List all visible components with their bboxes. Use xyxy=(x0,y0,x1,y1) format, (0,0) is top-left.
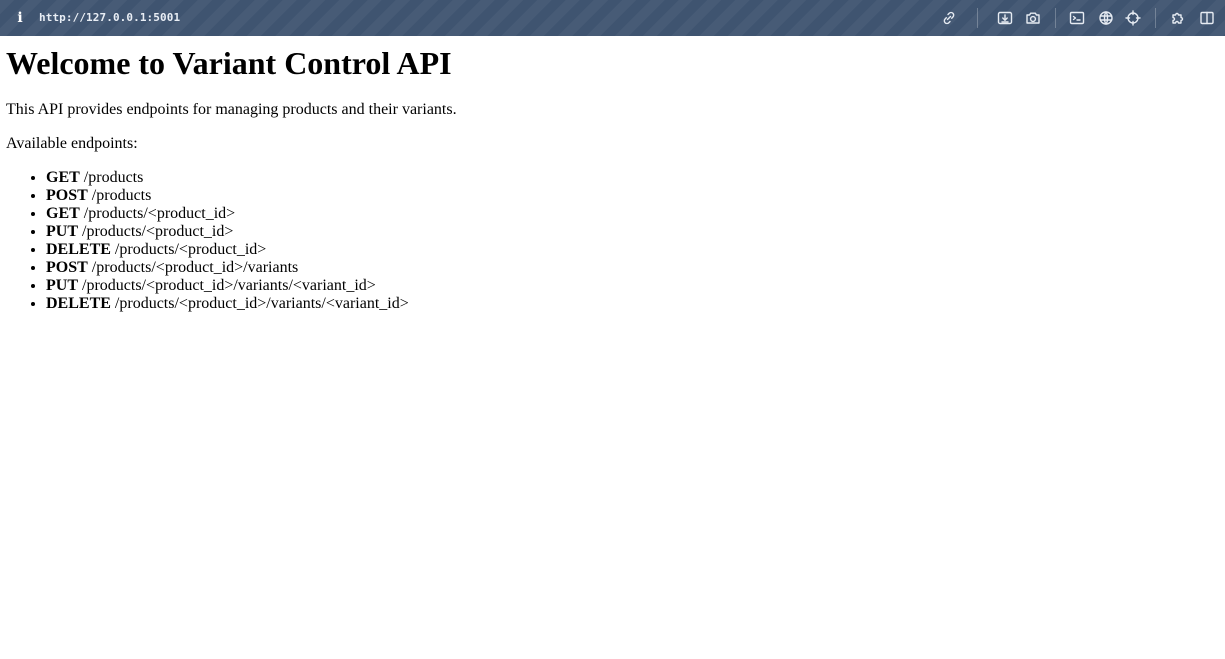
page-content: Welcome to Variant Control API This API … xyxy=(0,36,1225,659)
download-icon[interactable] xyxy=(995,8,1015,28)
terminal-icon[interactable] xyxy=(1067,8,1087,28)
endpoints-heading: Available endpoints: xyxy=(6,135,138,152)
address-bar-url[interactable]: http://127.0.0.1:5001 xyxy=(39,10,180,26)
endpoint-path: /products/<product_id> xyxy=(82,223,234,240)
endpoint-method: POST xyxy=(46,187,88,204)
globe-icon[interactable] xyxy=(1096,8,1116,28)
endpoint-path: /products/<product_id> xyxy=(83,205,236,222)
list-item: GET /products xyxy=(46,169,1219,187)
endpoint-method: GET xyxy=(46,205,80,222)
list-item: POST /products xyxy=(46,187,1219,205)
crosshair-icon[interactable] xyxy=(1123,8,1143,28)
endpoint-method: GET xyxy=(46,169,80,186)
toolbar-separator xyxy=(977,8,978,28)
endpoint-path: /products/<product_id>/variants xyxy=(91,259,299,276)
toolbar-separator xyxy=(1155,8,1156,28)
endpoint-path: /products/<product_id> xyxy=(114,241,267,258)
list-item: PUT /products/<product_id> xyxy=(46,223,1219,241)
browser-toolbar: i http://127.0.0.1:5001 xyxy=(0,0,1225,36)
page-title: Welcome to Variant Control API xyxy=(6,45,452,81)
split-view-icon[interactable] xyxy=(1197,8,1217,28)
endpoint-path: /products xyxy=(91,187,152,204)
info-icon[interactable]: i xyxy=(15,9,25,27)
extension-icon[interactable] xyxy=(1168,8,1188,28)
endpoint-method: POST xyxy=(46,259,88,276)
endpoint-path: /products/<product_id>/variants/<variant… xyxy=(82,277,376,294)
list-item: DELETE /products/<product_id>/variants/<… xyxy=(46,295,1219,313)
list-item: PUT /products/<product_id>/variants/<var… xyxy=(46,277,1219,295)
camera-icon[interactable] xyxy=(1023,8,1043,28)
intro-text: This API provides endpoints for managing… xyxy=(6,101,457,118)
endpoint-method: DELETE xyxy=(46,241,111,258)
toolbar-separator xyxy=(1055,8,1056,28)
endpoint-list: GET /products POST /products GET /produc… xyxy=(6,169,1219,313)
link-icon[interactable] xyxy=(939,8,959,28)
endpoint-method: DELETE xyxy=(46,295,111,312)
endpoint-method: PUT xyxy=(46,223,78,240)
endpoint-path: /products/<product_id>/variants/<variant… xyxy=(114,295,409,312)
list-item: DELETE /products/<product_id> xyxy=(46,241,1219,259)
list-item: GET /products/<product_id> xyxy=(46,205,1219,223)
endpoint-method: PUT xyxy=(46,277,78,294)
list-item: POST /products/<product_id>/variants xyxy=(46,259,1219,277)
endpoint-path: /products xyxy=(83,169,144,186)
